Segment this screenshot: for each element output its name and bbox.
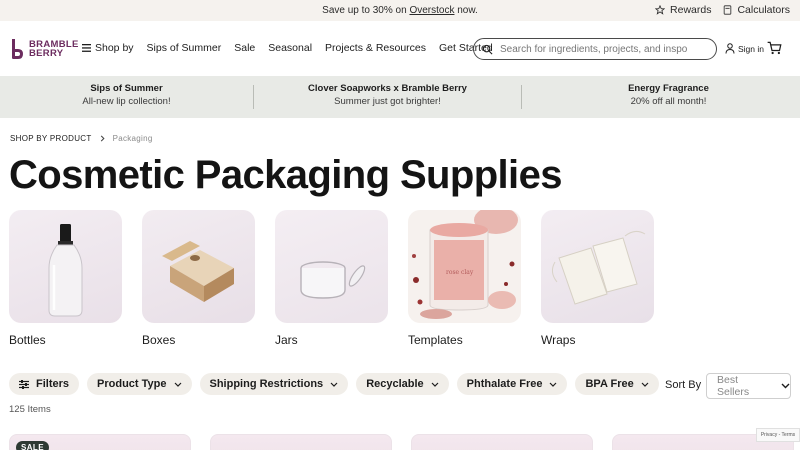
sliders-icon	[19, 379, 29, 389]
sale-badge: SALE	[16, 441, 49, 450]
rewards-label: Rewards	[670, 4, 712, 16]
template-image: rose clay	[408, 210, 521, 323]
promo-banner-bar: Sips of Summer All-new lip collection! C…	[0, 76, 800, 118]
banner-subtitle: 20% off all month!	[630, 96, 707, 107]
filter-bpa-free[interactable]: BPA Free	[575, 373, 659, 395]
category-label: Bottles	[9, 333, 46, 347]
user-icon	[725, 43, 735, 54]
filters-label: Filters	[36, 378, 70, 390]
bottle-image	[9, 210, 122, 323]
sort-label: Sort By	[665, 379, 702, 391]
jar-image	[275, 210, 388, 323]
category-tiles: Bottles Boxes Jars rose clay Templates W…	[9, 210, 654, 347]
banner-energy-fragrance[interactable]: Energy Fragrance 20% off all month!	[522, 83, 800, 107]
sort-select[interactable]: Best Sellers	[706, 373, 791, 399]
banner-title: Sips of Summer	[90, 83, 163, 94]
sign-in-label: Sign in	[738, 43, 764, 54]
search-bar	[473, 38, 717, 60]
wrap-image	[541, 210, 654, 323]
category-bottles[interactable]: Bottles	[9, 210, 122, 347]
recaptcha-badge[interactable]: Privacy - Terms	[756, 428, 800, 442]
category-boxes[interactable]: Boxes	[142, 210, 255, 347]
nav-shop-by[interactable]: Shop by	[82, 42, 134, 54]
chevron-down-icon	[550, 382, 557, 387]
breadcrumb-current: Packaging	[112, 134, 153, 143]
main-nav: Shop by Sips of Summer Sale Seasonal Pro…	[82, 42, 493, 54]
cart-button[interactable]	[767, 41, 782, 60]
banner-subtitle: Summer just got brighter!	[334, 96, 441, 107]
banner-title: Energy Fragrance	[628, 83, 709, 94]
promo-link-overstock[interactable]: Overstock	[409, 5, 454, 16]
filter-label: Product Type	[97, 378, 167, 390]
promo-bar: Save up to 30% on Overstock now. Rewards…	[0, 0, 800, 21]
product-card[interactable]	[210, 434, 392, 450]
nav-sale[interactable]: Sale	[234, 42, 255, 54]
logo-text: BRAMBLE BERRY	[29, 39, 79, 59]
chevron-down-icon	[174, 382, 181, 387]
item-count: 125 Items	[9, 404, 51, 415]
banner-title: Clover Soapworks x Bramble Berry	[308, 83, 467, 94]
page-title: Cosmetic Packaging Supplies	[9, 153, 562, 197]
sort-value: Best Sellers	[717, 374, 750, 398]
site-header: BRAMBLE BERRY Shop by Sips of Summer Sal…	[0, 21, 800, 76]
menu-icon	[82, 44, 91, 52]
filter-label: Phthalate Free	[466, 378, 543, 390]
filter-label: BPA Free	[585, 378, 634, 390]
calculators-link[interactable]: Calculators	[723, 4, 790, 16]
bramble-berry-logo[interactable]: BRAMBLE BERRY	[9, 38, 79, 60]
filter-phthalate-free[interactable]: Phthalate Free	[456, 373, 568, 395]
filter-recyclable[interactable]: Recyclable	[356, 373, 449, 395]
category-wraps[interactable]: Wraps	[541, 210, 654, 347]
chevron-down-icon	[330, 382, 338, 387]
filter-shipping-restrictions[interactable]: Shipping Restrictions	[199, 373, 349, 395]
banner-clover-soapworks[interactable]: Clover Soapworks x Bramble Berry Summer …	[254, 83, 521, 107]
chevron-right-icon	[100, 135, 105, 142]
promo-text: Save up to 30% on	[322, 5, 410, 16]
star-icon	[655, 5, 666, 15]
banner-subtitle: All-new lip collection!	[82, 96, 171, 107]
product-card[interactable]: SALE	[9, 434, 191, 450]
nav-seasonal[interactable]: Seasonal	[268, 42, 312, 54]
chevron-down-icon	[781, 383, 790, 389]
filters-button[interactable]: Filters	[9, 373, 80, 395]
chevron-down-icon	[641, 382, 649, 387]
filter-label: Recyclable	[366, 378, 424, 390]
search-icon[interactable]	[482, 44, 493, 55]
product-grid: SALE	[9, 434, 794, 450]
product-card[interactable]	[411, 434, 593, 450]
promo-text-end: now.	[454, 5, 478, 16]
nav-sips-of-summer[interactable]: Sips of Summer	[147, 42, 222, 54]
category-label: Templates	[408, 333, 463, 347]
category-templates[interactable]: rose clay Templates	[408, 210, 521, 347]
chevron-down-icon	[431, 382, 439, 387]
nav-label: Shop by	[95, 42, 134, 54]
sign-in-link[interactable]: Sign in	[725, 43, 764, 54]
filter-label: Shipping Restrictions	[209, 378, 324, 390]
category-label: Boxes	[142, 333, 176, 347]
svg-text:rose clay: rose clay	[446, 269, 474, 276]
rewards-link[interactable]: Rewards	[655, 4, 711, 16]
logo-mark-icon	[12, 39, 23, 59]
filter-bar: Filters Product Type Shipping Restrictio…	[9, 373, 659, 395]
nav-projects-resources[interactable]: Projects & Resources	[325, 42, 426, 54]
logo-line-2: BERRY	[29, 48, 64, 59]
calculator-icon	[724, 5, 732, 15]
filter-product-type[interactable]: Product Type	[87, 373, 192, 395]
breadcrumb: SHOP BY PRODUCT Packaging	[10, 134, 153, 143]
breadcrumb-shop-by-product[interactable]: SHOP BY PRODUCT	[10, 134, 92, 143]
category-jars[interactable]: Jars	[275, 210, 388, 347]
calculators-label: Calculators	[737, 4, 790, 16]
category-label: Wraps	[541, 333, 576, 347]
search-input[interactable]	[500, 43, 700, 55]
banner-sips-of-summer[interactable]: Sips of Summer All-new lip collection!	[0, 83, 253, 107]
box-image	[142, 210, 255, 323]
category-label: Jars	[275, 333, 298, 347]
cart-icon	[767, 41, 782, 55]
